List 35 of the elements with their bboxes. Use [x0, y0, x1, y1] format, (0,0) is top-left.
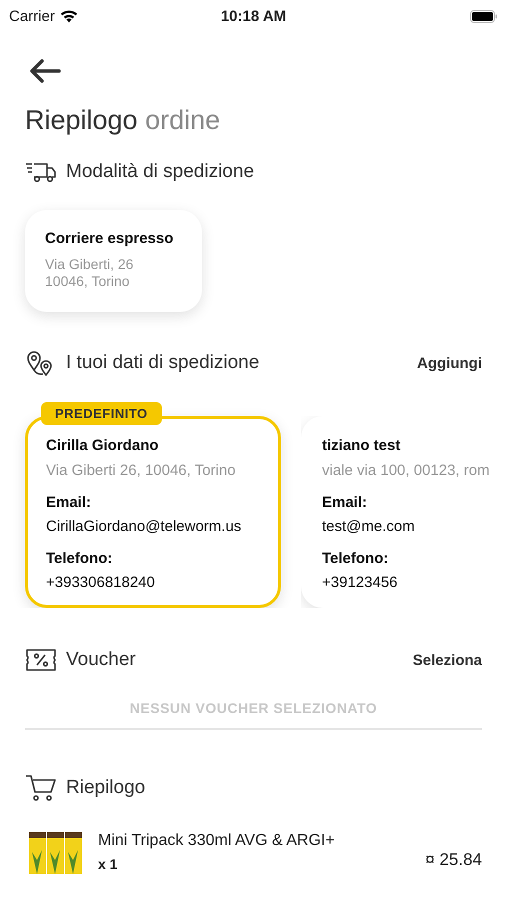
default-badge: PREDEFINITO: [41, 402, 162, 425]
wifi-icon: [60, 10, 78, 22]
voucher-icon: [25, 648, 57, 672]
phone-value: +39123456: [322, 574, 398, 591]
shipping-option-address: Via Giberti, 26: [45, 256, 134, 273]
battery-icon: [470, 10, 498, 22]
product-quantity: x 1: [98, 856, 118, 872]
phone-label: Telefono:: [46, 550, 114, 567]
select-link[interactable]: Seleziona: [412, 652, 482, 668]
address-name: tiziano test: [322, 437, 402, 454]
phone-label: Telefono:: [322, 550, 390, 567]
email-value: test@me.com: [322, 518, 416, 535]
email-label: Email:: [46, 494, 92, 511]
phone-value: +393306818240: [46, 574, 156, 591]
address-text: Via Giberti 26, 10046, Torino: [46, 462, 237, 479]
carrier-name: Carrier: [9, 8, 55, 24]
add-link[interactable]: Aggiungi: [417, 354, 482, 372]
address-card[interactable]: tiziano test viale via 100, 00123, rom Email: test@me.com Telefono: +39123456: [301, 416, 507, 608]
product-name: Mini Tripack 330ml AVG & ARGI+: [98, 832, 336, 850]
section-heading: Voucher: [66, 649, 137, 671]
shipping-option-name: Corriere espresso: [45, 230, 174, 247]
cart-icon: [25, 774, 57, 802]
section-heading: Modalità di spedizione: [66, 161, 256, 183]
shipping-option-card[interactable]: Corriere espresso Via Giberti, 26 10046, Torino: [25, 210, 202, 312]
email-label: Email:: [322, 494, 368, 511]
email-value: CirillaGiordano@teleworm.us: [46, 518, 242, 535]
shipping-option-address: 10046, Torino: [45, 273, 131, 290]
address-text: viale via 100, 00123, rom: [322, 462, 491, 479]
truck-icon: [25, 160, 57, 184]
status-time: 10:18 AM: [220, 8, 286, 24]
address-name: Cirilla Giordano: [46, 437, 160, 454]
section-heading: Riepilogo: [66, 777, 146, 799]
section-heading: I tuoi dati di spedizione: [66, 352, 260, 374]
page-title: Riepilogo ordine: [25, 105, 222, 136]
product-price: ¤ 25.84: [425, 850, 482, 870]
